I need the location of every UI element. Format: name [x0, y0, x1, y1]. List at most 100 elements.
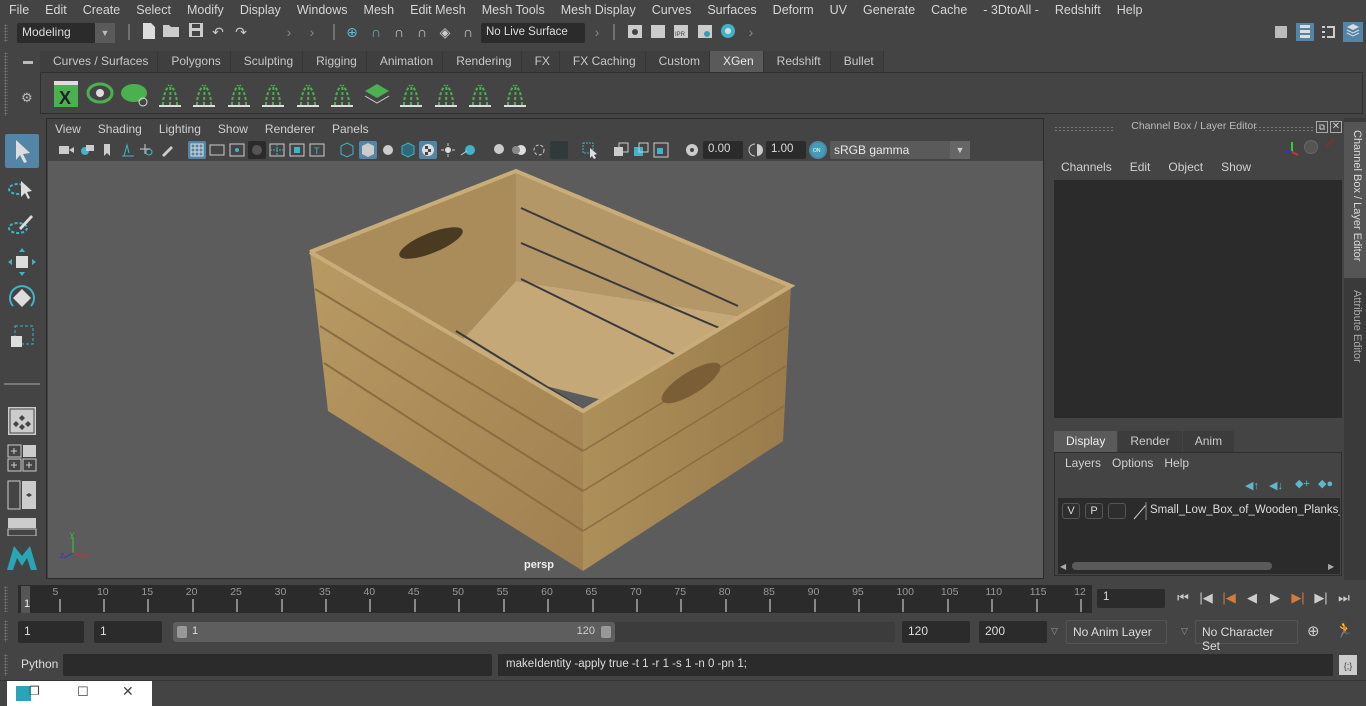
timeline-track[interactable]: 1 5 10 15 20 25 30 35 40 45 50 55 60 65 70 75 80 85 90 95 1…	[18, 585, 1092, 613]
2d-pan-zoom-icon[interactable]	[138, 141, 156, 159]
shelf-menu-icon[interactable]	[23, 61, 33, 64]
step-back-key-icon[interactable]: |◀	[1220, 589, 1238, 607]
sync-icon[interactable]	[1304, 140, 1318, 154]
camera-select-icon[interactable]	[57, 141, 75, 159]
3d-viewport-persp[interactable]: y x z persp	[48, 161, 1043, 578]
drag-handle[interactable]	[4, 24, 8, 42]
rotate-tool[interactable]	[5, 281, 39, 315]
shelf-tab-curves-surfaces[interactable]: Curves / Surfaces	[40, 51, 159, 72]
scrollbar-thumb[interactable]	[1072, 562, 1272, 570]
lock-guides-icon[interactable]	[293, 79, 323, 109]
maya-logo-icon[interactable]	[5, 542, 39, 572]
new-layer-selected-icon[interactable]: ◆●	[1318, 477, 1333, 490]
exposure-field[interactable]: 0.00	[703, 141, 743, 159]
scroll-right-icon[interactable]: ▶	[1328, 562, 1334, 571]
render-frame-icon[interactable]	[649, 23, 667, 41]
drag-handle[interactable]	[1254, 126, 1314, 132]
shelf-tab-fx[interactable]: FX	[521, 51, 560, 72]
collapse-arrow-icon[interactable]: ›	[742, 23, 760, 41]
redo-icon[interactable]: ↷	[232, 23, 250, 41]
use-all-lights-icon[interactable]	[439, 141, 457, 159]
isolate-select-icon[interactable]	[581, 141, 599, 159]
shelf-tab-custom[interactable]: Custom	[645, 51, 710, 72]
four-view-layout-button[interactable]	[5, 442, 39, 476]
modeling-toolkit-icon[interactable]	[1272, 23, 1290, 41]
lasso-tool[interactable]	[5, 172, 39, 206]
no-manip-icon[interactable]	[1325, 138, 1335, 148]
close-icon[interactable]: ✕	[122, 683, 134, 700]
depth-of-field-icon[interactable]	[550, 141, 568, 159]
collapse-arrow-icon[interactable]: ›	[588, 23, 606, 41]
layer-playback-toggle[interactable]: P	[1085, 503, 1103, 519]
make-live-icon[interactable]: ∩	[459, 23, 477, 41]
range-end-handle[interactable]	[601, 626, 611, 638]
gamma-icon[interactable]	[747, 141, 765, 159]
menu-deform[interactable]: Deform	[764, 3, 821, 17]
image-plane-icon[interactable]	[118, 141, 136, 159]
animation-start-field[interactable]: 1	[18, 621, 84, 643]
shelf-tab-redshift[interactable]: Redshift	[763, 51, 831, 72]
snap-view-plane-icon[interactable]: ∩	[413, 23, 431, 41]
shelf-tab-fx-caching[interactable]: FX Caching	[559, 51, 646, 72]
menu-help[interactable]: Help	[1108, 3, 1150, 17]
show-guides-icon[interactable]	[258, 79, 288, 109]
xray-icon[interactable]	[612, 141, 630, 159]
ipr-render-icon[interactable]: IPR	[672, 23, 690, 41]
menu-file[interactable]: File	[0, 3, 36, 17]
menu-3dtoall[interactable]: - 3DtoAll -	[974, 3, 1046, 17]
menu-windows[interactable]: Windows	[288, 3, 355, 17]
camera-attributes-icon[interactable]	[78, 141, 96, 159]
tab-render[interactable]: Render	[1118, 431, 1182, 452]
channel-box-menu-object[interactable]: Object	[1159, 160, 1212, 174]
open-scene-icon[interactable]	[163, 23, 181, 41]
shelf-tab-bullet[interactable]: Bullet	[830, 51, 884, 72]
go-to-end-icon[interactable]: ⏭	[1335, 589, 1353, 607]
menu-generate[interactable]: Generate	[854, 3, 922, 17]
chevron-down-icon[interactable]: ▽	[1181, 626, 1188, 637]
auto-key-icon[interactable]: ⊕	[1307, 622, 1320, 640]
xgen-editor-icon[interactable]: X	[51, 79, 81, 109]
snap-surface-icon[interactable]: ◈	[436, 23, 454, 41]
place-guides-icon[interactable]	[189, 79, 219, 109]
shade-wireframe-icon[interactable]	[399, 141, 417, 159]
safe-title-icon[interactable]: T	[308, 141, 326, 159]
animation-preferences-icon[interactable]: 🏃	[1335, 621, 1354, 639]
viewport-menu-show[interactable]: Show	[210, 122, 257, 136]
script-editor-icon[interactable]: {;}	[1339, 655, 1357, 675]
channel-box-menu-show[interactable]: Show	[1212, 160, 1260, 174]
menu-modify[interactable]: Modify	[178, 3, 231, 17]
motion-blur-icon[interactable]	[510, 141, 528, 159]
grid-toggle-icon[interactable]	[188, 141, 206, 159]
tab-attribute-editor[interactable]: Attribute Editor	[1344, 282, 1366, 382]
safe-action-icon[interactable]	[288, 141, 306, 159]
create-patches-icon[interactable]	[362, 79, 392, 109]
attribute-editor-toggle-icon[interactable]	[1296, 23, 1314, 41]
viewport-menu-renderer[interactable]: Renderer	[257, 122, 324, 136]
layer-menu-options[interactable]: Options	[1108, 456, 1160, 470]
playback-start-field[interactable]: 1	[94, 621, 162, 643]
hypershade-icon[interactable]	[719, 23, 737, 41]
drag-handle[interactable]	[4, 620, 8, 642]
step-back-frame-icon[interactable]: |◀	[1197, 589, 1215, 607]
channel-box-menu-edit[interactable]: Edit	[1121, 160, 1160, 174]
chevron-down-icon[interactable]: ▽	[1051, 626, 1058, 637]
playback-end-field[interactable]: 120	[902, 621, 970, 643]
outliner-persp-layout-button[interactable]	[5, 478, 39, 512]
bookmark-icon[interactable]	[98, 141, 116, 159]
live-surface-field[interactable]: No Live Surface	[481, 23, 585, 43]
menu-surfaces[interactable]: Surfaces	[698, 3, 763, 17]
screen-space-ao-icon[interactable]	[490, 141, 508, 159]
menu-select[interactable]: Select	[127, 3, 178, 17]
menu-set-dropdown[interactable]: Modeling ▼	[17, 23, 115, 43]
add-guide-icon[interactable]	[224, 79, 254, 109]
single-perspective-layout-button[interactable]	[5, 404, 39, 438]
gate-mask-icon[interactable]	[248, 141, 266, 159]
new-scene-icon[interactable]	[140, 23, 158, 41]
play-backwards-icon[interactable]: ◀	[1243, 589, 1261, 607]
menu-create[interactable]: Create	[74, 3, 128, 17]
menu-cache[interactable]: Cache	[922, 3, 974, 17]
select-guides-icon[interactable]	[431, 79, 461, 109]
gear-icon[interactable]: ⚙	[21, 90, 33, 106]
layer-menu-layers[interactable]: Layers	[1061, 456, 1108, 470]
minimized-window[interactable]: ❐ ☐ ✕	[7, 681, 152, 706]
